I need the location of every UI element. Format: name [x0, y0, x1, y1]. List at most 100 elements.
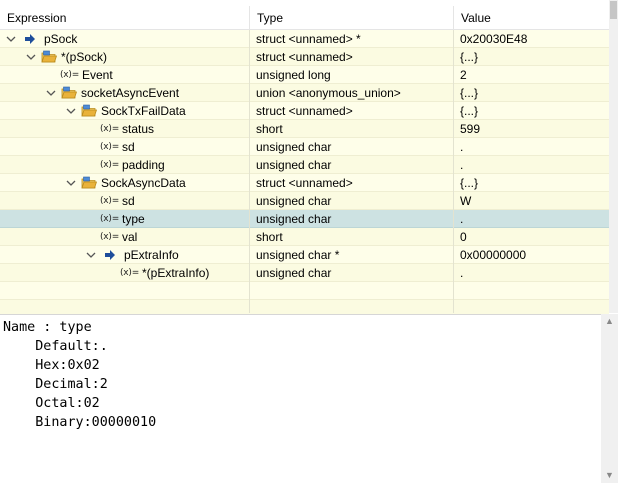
expression-label: pSock — [44, 32, 78, 46]
tree-row[interactable]: (x)= status short 599 — [0, 120, 609, 138]
type-cell: unsigned char * — [256, 248, 340, 262]
type-cell: struct <unnamed> * — [256, 32, 361, 46]
tree-row-empty — [0, 282, 609, 300]
expression-label: type — [122, 212, 145, 226]
value-cell[interactable]: 2 — [460, 66, 600, 83]
details-line: Default:. — [3, 339, 108, 354]
expand-chevron-icon[interactable] — [26, 52, 36, 62]
struct-folder-icon — [81, 104, 98, 118]
tree-row[interactable]: pExtraInfo unsigned char * 0x00000000 — [0, 246, 609, 264]
column-header-expression[interactable]: Expression — [0, 0, 249, 29]
value-cell[interactable]: . — [460, 210, 600, 227]
type-cell: unsigned char — [256, 194, 332, 208]
expand-chevron-icon[interactable] — [46, 88, 56, 98]
scroll-up-arrow-icon[interactable]: ▲ — [605, 317, 614, 326]
type-cell: union <anonymous_union> — [256, 86, 401, 100]
expand-chevron-icon[interactable] — [66, 106, 76, 116]
expression-cell: (x)= status — [0, 120, 249, 137]
tree-row[interactable]: (x)= sd unsigned char. — [0, 138, 609, 156]
column-divider-line — [453, 30, 454, 313]
type-cell: unsigned char — [256, 212, 332, 226]
expand-chevron-icon[interactable] — [86, 250, 96, 260]
type-cell: struct <unnamed> — [256, 50, 353, 64]
expression-cell: (x)= sd — [0, 192, 249, 209]
value-cell[interactable]: . — [460, 264, 600, 281]
expression-cell: (x)= sd — [0, 138, 249, 155]
type-cell: unsigned long — [256, 68, 331, 82]
expression-label: padding — [122, 158, 165, 172]
details-text: Name : type Default:. Hex:0x02 Decimal:2… — [0, 315, 601, 432]
expression-cell: (x)= val — [0, 228, 249, 245]
expression-label: sd — [122, 194, 135, 208]
value-cell[interactable]: . — [460, 156, 600, 173]
tree-row[interactable]: *(pSock) struct <unnamed> {...} — [0, 48, 609, 66]
value-cell[interactable]: {...} — [460, 174, 600, 191]
expression-label: pExtraInfo — [124, 248, 179, 262]
struct-folder-icon — [61, 86, 78, 100]
scroll-down-arrow-icon[interactable]: ▼ — [605, 471, 614, 480]
type-cell: unsigned char — [256, 158, 332, 172]
expressions-view: Expression Type Value pSock struct <unnam… — [0, 0, 618, 484]
type-cell: unsigned char — [256, 140, 332, 154]
tree-row[interactable]: (x)= sd unsigned char W — [0, 192, 609, 210]
expression-cell: (x)= padding — [0, 156, 249, 173]
expression-label: status — [122, 122, 155, 136]
value-cell[interactable]: 0 — [460, 228, 600, 245]
type-cell: short — [256, 230, 283, 244]
tree-vertical-scrollbar[interactable] — [609, 0, 618, 313]
expression-cell: (x)= type — [0, 210, 249, 227]
tree-row[interactable]: (x)= padding unsigned char. — [0, 156, 609, 174]
details-line: Octal:02 — [3, 396, 100, 411]
expression-label: val — [122, 230, 138, 244]
struct-folder-icon — [81, 176, 98, 190]
expression-label: SockAsyncData — [101, 176, 186, 190]
column-divider-line — [249, 30, 250, 313]
value-cell[interactable]: 0x20030E48 — [460, 30, 600, 47]
scrollbar-thumb[interactable] — [610, 1, 617, 19]
tree-row[interactable]: (x)= *(pExtraInfo) unsigned char. — [0, 264, 609, 282]
expression-label: sd — [122, 140, 135, 154]
value-cell[interactable]: 0x00000000 — [460, 246, 600, 263]
tree-row[interactable]: (x)= val short 0 — [0, 228, 609, 246]
expression-cell: pExtraInfo — [0, 246, 249, 263]
tree-row[interactable]: (x)= Event unsigned long 2 — [0, 66, 609, 84]
details-line: Binary:00000010 — [3, 415, 157, 430]
details-vertical-scrollbar[interactable]: ▲ ▼ — [601, 314, 618, 483]
tree-row[interactable]: pSock struct <unnamed> * 0x20030E48 — [0, 30, 609, 48]
expression-label: *(pExtraInfo) — [142, 266, 210, 280]
type-cell: short — [256, 122, 283, 136]
value-cell[interactable]: 599 — [460, 120, 600, 137]
tree-row[interactable]: socketAsyncEvent union <anonymous_union> {… — [0, 84, 609, 102]
expression-cell: SockTxFailData — [0, 102, 249, 119]
tree-row[interactable]: SockTxFailData struct <unnamed> {...} — [0, 102, 609, 120]
tree-row[interactable]: SockAsyncData struct <unnamed> {...} — [0, 174, 609, 192]
value-cell[interactable]: {...} — [460, 48, 600, 65]
expression-tree: pSock struct <unnamed> * 0x20030E48 *(pSock… — [0, 30, 609, 318]
tree-row[interactable]: (x)= type unsigned char. — [0, 210, 609, 228]
details-line: Hex:0x02 — [3, 358, 100, 373]
value-cell[interactable]: {...} — [460, 84, 600, 101]
expand-chevron-icon[interactable] — [6, 34, 16, 44]
expression-cell: *(pSock) — [0, 48, 249, 65]
type-cell: struct <unnamed> — [256, 104, 353, 118]
value-cell[interactable]: {...} — [460, 102, 600, 119]
variable-icon: (x)= — [60, 70, 80, 80]
pointer-arrow-icon — [24, 32, 36, 46]
variable-icon: (x)= — [120, 268, 140, 278]
variable-icon: (x)= — [100, 142, 120, 152]
variable-icon: (x)= — [100, 232, 120, 242]
column-header-value[interactable]: Value — [454, 0, 609, 29]
details-line: Name : type — [3, 320, 92, 335]
details-pane[interactable]: Name : type Default:. Hex:0x02 Decimal:2… — [0, 314, 601, 484]
details-line: Decimal:2 — [3, 377, 108, 392]
column-header-type[interactable]: Type — [250, 0, 453, 29]
variable-icon: (x)= — [100, 124, 120, 134]
value-cell[interactable]: W — [460, 192, 600, 209]
expression-cell: (x)= *(pExtraInfo) — [0, 264, 249, 281]
type-cell: struct <unnamed> — [256, 176, 353, 190]
expression-cell: SockAsyncData — [0, 174, 249, 191]
type-cell: unsigned char — [256, 266, 332, 280]
value-cell[interactable]: . — [460, 138, 600, 155]
expand-chevron-icon[interactable] — [66, 178, 76, 188]
expression-label: Event — [82, 68, 113, 82]
